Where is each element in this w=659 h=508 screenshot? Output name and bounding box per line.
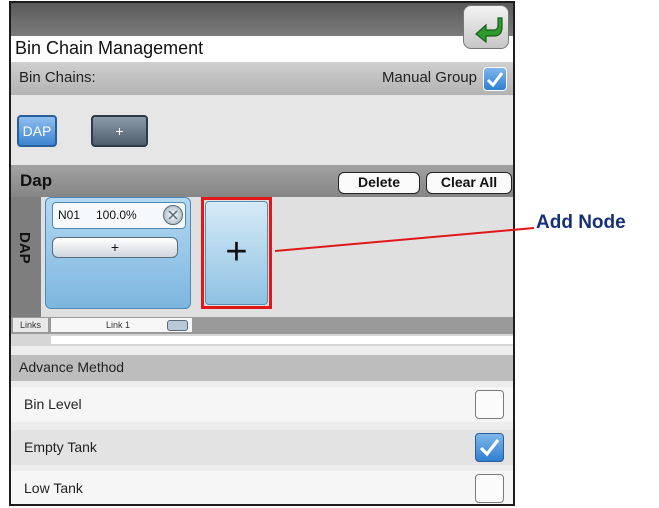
- links-label: Links: [13, 318, 48, 332]
- chain-buttons-area: DAP +: [11, 95, 513, 165]
- add-node-button[interactable]: +: [205, 201, 268, 305]
- chain-name: Dap: [20, 171, 53, 190]
- links-bar: Links Link 1: [11, 317, 513, 334]
- node-id: N01: [58, 208, 81, 222]
- link-name: Link 1: [106, 320, 131, 330]
- advance-option-low-tank[interactable]: Low Tank: [11, 471, 513, 504]
- top-status-bar: [11, 3, 513, 36]
- node-clear-icon[interactable]: [163, 205, 183, 225]
- option-label: Empty Tank: [24, 439, 97, 455]
- chain-vertical-label: DAP: [16, 232, 33, 264]
- manual-group-checkbox[interactable]: [483, 67, 507, 91]
- bin-chains-label: Bin Chains:: [19, 69, 96, 86]
- node-percent: 100.0%: [96, 208, 137, 222]
- remove-icon: [168, 210, 178, 220]
- low-tank-checkbox[interactable]: [475, 474, 504, 503]
- chain-vertical-tab: DAP: [11, 197, 41, 317]
- node-card[interactable]: N01 100.0% +: [45, 197, 191, 309]
- clear-all-button[interactable]: Clear All: [426, 172, 512, 194]
- add-node-callout: Add Node: [536, 212, 626, 233]
- link-toggle-icon[interactable]: [167, 320, 188, 331]
- nodes-area: DAP N01 100.0% + +: [11, 197, 513, 317]
- node-header[interactable]: N01 100.0%: [52, 202, 186, 229]
- advance-method-header: Advance Method: [11, 355, 513, 381]
- return-arrow-icon: [475, 17, 503, 44]
- option-label: Bin Level: [24, 396, 82, 412]
- advance-method-title: Advance Method: [19, 359, 125, 375]
- advance-option-bin-level[interactable]: Bin Level: [11, 387, 513, 422]
- link-selector[interactable]: Link 1: [51, 318, 192, 332]
- advance-option-empty-tank[interactable]: Empty Tank: [11, 430, 513, 465]
- page-title: Bin Chain Management: [15, 38, 204, 58]
- option-label: Low Tank: [24, 480, 83, 496]
- chain-header-bar: Dap Delete Clear All: [11, 165, 513, 197]
- bin-level-checkbox[interactable]: [475, 390, 504, 419]
- device-screen: Bin Chain Management Bin Chains: Manual …: [9, 1, 515, 506]
- links-track-bar: [51, 336, 513, 344]
- empty-tank-checkbox[interactable]: [475, 433, 504, 462]
- dap-chain-button[interactable]: DAP: [17, 115, 57, 147]
- add-bin-button[interactable]: +: [52, 237, 178, 258]
- title-bar: Bin Chain Management: [11, 36, 463, 62]
- checkmark-icon: [486, 72, 504, 88]
- add-chain-button[interactable]: +: [91, 115, 148, 147]
- delete-button[interactable]: Delete: [338, 172, 420, 194]
- bin-chains-bar: Bin Chains: Manual Group: [11, 62, 513, 95]
- links-track: [11, 334, 513, 346]
- manual-group-label: Manual Group: [381, 69, 477, 86]
- back-button[interactable]: [463, 5, 509, 49]
- checkmark-icon: [479, 439, 500, 457]
